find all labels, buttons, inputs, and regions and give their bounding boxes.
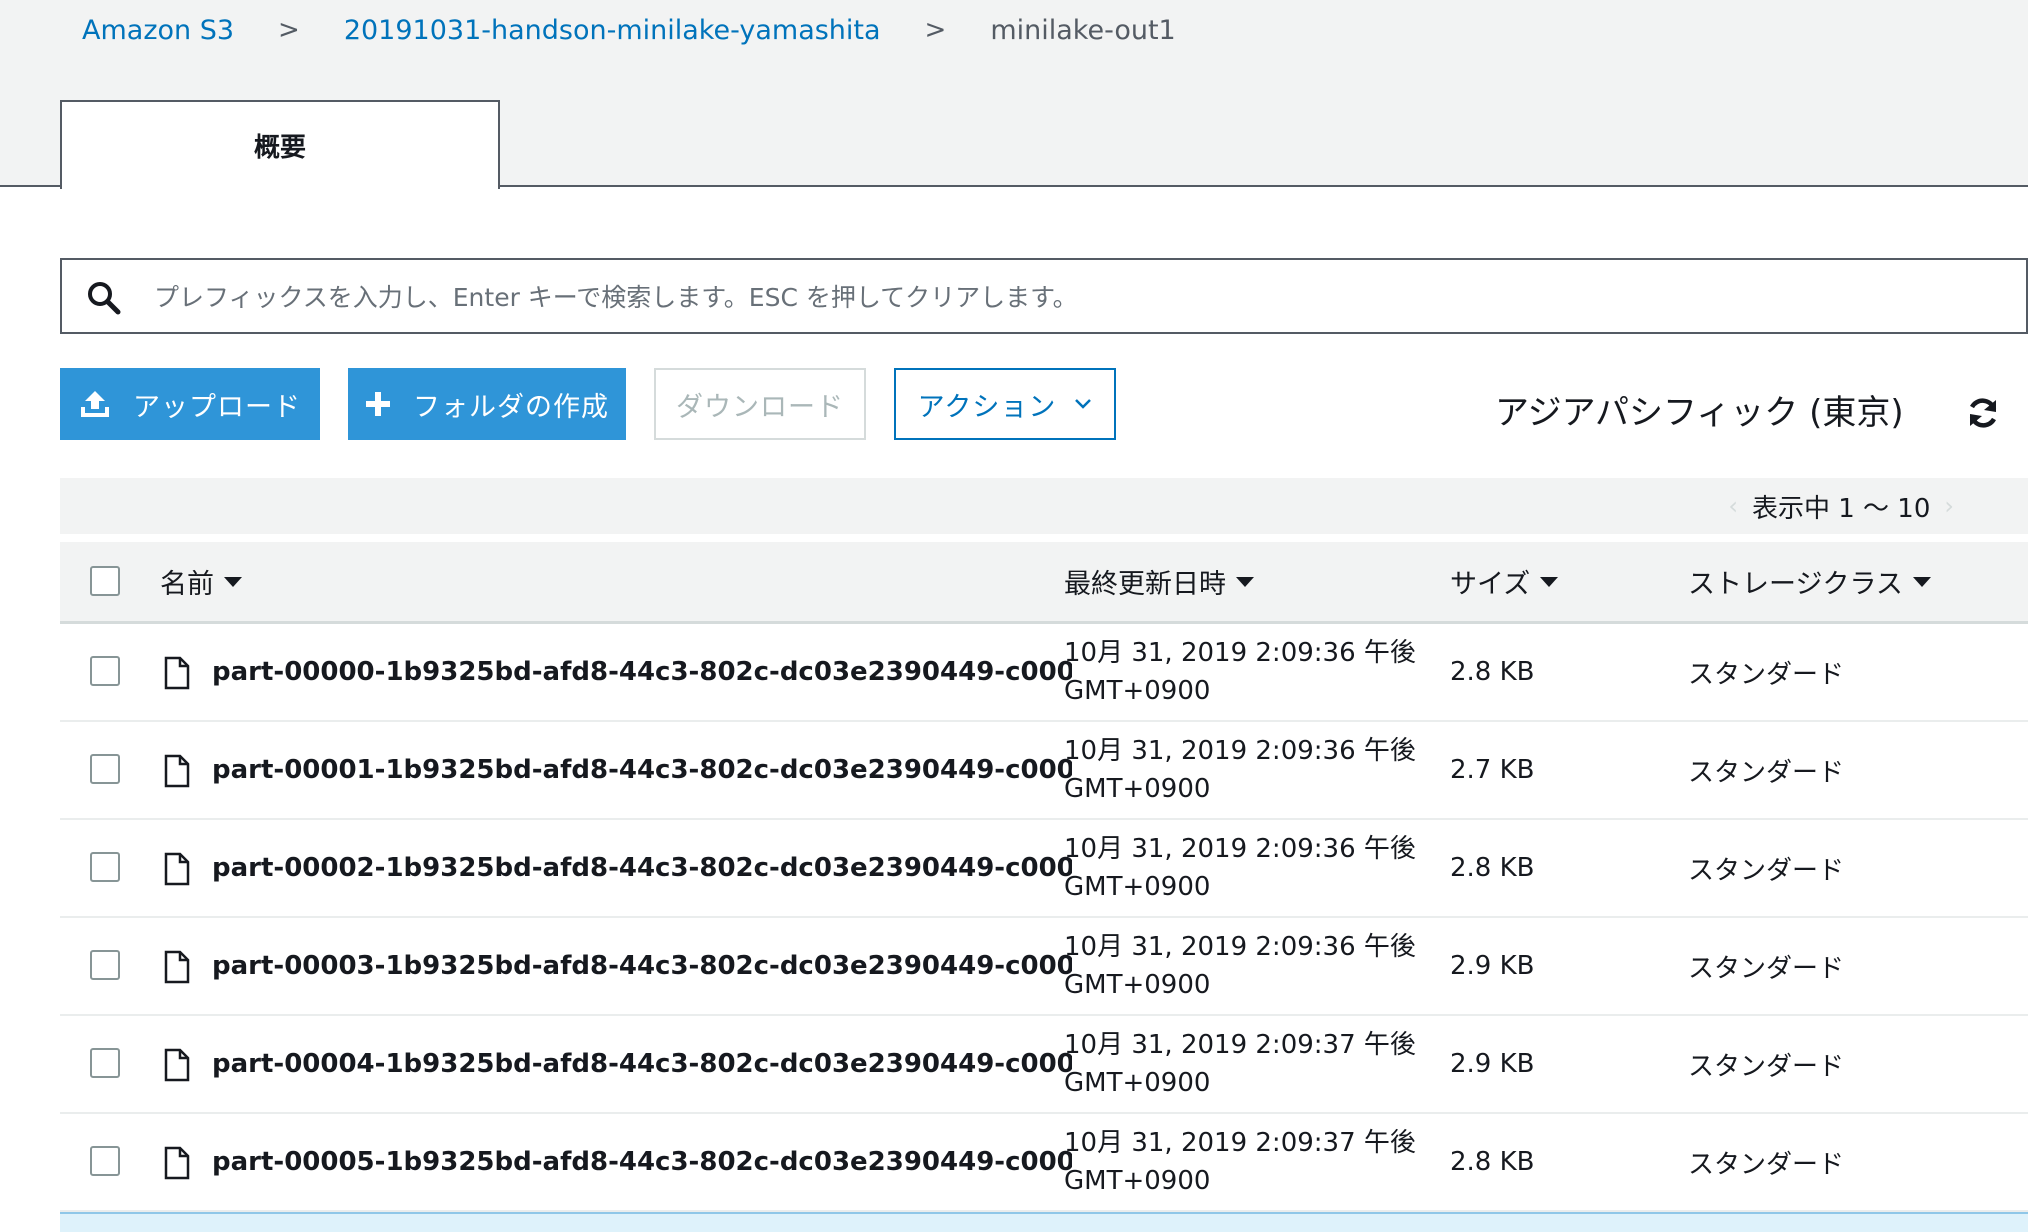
file-icon [164, 1146, 190, 1180]
sort-caret-icon [224, 576, 242, 587]
file-icon [164, 950, 190, 984]
pagination-label: 表示中 1 ～ 10 [1751, 493, 1931, 524]
size-cell: 2.7 KB [1450, 755, 1535, 785]
search-input[interactable] [152, 260, 2016, 334]
timezone-line: GMT+0900 [1064, 970, 1211, 1000]
date-line: 10月 31, 2019 2:09:36 午後 [1064, 834, 1416, 864]
select-all-checkbox[interactable] [90, 566, 120, 596]
tab-overview[interactable]: 概要 [60, 100, 500, 189]
file-name-link[interactable]: part-00001-1b9325bd-afd8-44c3-802c-dc03e… [212, 722, 1072, 818]
file-name-link[interactable]: part-00002-1b9325bd-afd8-44c3-802c-dc03e… [212, 820, 1072, 916]
column-header-last-modified[interactable]: 最終更新日時 [1064, 542, 1254, 621]
last-modified-cell: 10月 31, 2019 2:09:37 午後 GMT+0900 [1064, 1114, 1416, 1210]
timezone-line: GMT+0900 [1064, 1068, 1211, 1098]
timezone-line: GMT+0900 [1064, 1166, 1211, 1196]
breadcrumb-bucket-link[interactable]: 20191031-handson-minilake-yamashita [344, 15, 881, 46]
column-header-storage-class[interactable]: ストレージクラス [1688, 542, 1931, 621]
size-cell: 2.9 KB [1450, 1049, 1535, 1079]
column-header-size-label: サイズ [1450, 569, 1531, 600]
row-checkbox[interactable] [90, 950, 120, 980]
refresh-icon[interactable] [1966, 396, 2000, 430]
row-checkbox[interactable] [90, 852, 120, 882]
storage-class-cell: スタンダード [1688, 757, 1845, 788]
last-modified-cell: 10月 31, 2019 2:09:36 午後 GMT+0900 [1064, 624, 1416, 720]
file-name-link[interactable]: part-00003-1b9325bd-afd8-44c3-802c-dc03e… [212, 918, 1072, 1014]
breadcrumb-separator: > [278, 15, 300, 45]
chevron-right-icon[interactable]: › [1944, 492, 1954, 520]
sort-caret-icon [1912, 576, 1931, 587]
table-header: 名前 最終更新日時 サイズ ストレージクラス [60, 542, 2028, 624]
breadcrumb-current-folder: minilake-out1 [990, 14, 1176, 46]
upload-icon [79, 389, 111, 419]
actions-dropdown-button[interactable]: アクション [894, 368, 1116, 440]
table-row[interactable]: part-00000-1b9325bd-afd8-44c3-802c-dc03e… [60, 624, 2028, 722]
row-checkbox[interactable] [90, 754, 120, 784]
table-row[interactable]: part-00002-1b9325bd-afd8-44c3-802c-dc03e… [60, 820, 2028, 918]
date-line: 10月 31, 2019 2:09:36 午後 [1064, 932, 1416, 962]
table-row[interactable]: part-00003-1b9325bd-afd8-44c3-802c-dc03e… [60, 918, 2028, 1016]
breadcrumb: Amazon S3 > 20191031-handson-minilake-ya… [82, 10, 1176, 50]
storage-class-cell: スタンダード [1688, 855, 1845, 886]
table-row-selected-partial[interactable] [60, 1212, 2028, 1232]
timezone-line: GMT+0900 [1064, 872, 1211, 902]
date-line: 10月 31, 2019 2:09:37 午後 [1064, 1128, 1416, 1158]
last-modified-cell: 10月 31, 2019 2:09:36 午後 GMT+0900 [1064, 820, 1416, 916]
sort-caret-icon [1540, 576, 1559, 587]
column-header-storage-class-label: ストレージクラス [1688, 569, 1903, 600]
breadcrumb-separator: > [924, 15, 947, 45]
top-band: Amazon S3 > 20191031-handson-minilake-ya… [0, 0, 2028, 189]
create-folder-button[interactable]: フォルダの作成 [348, 368, 626, 440]
upload-button[interactable]: アップロード [60, 368, 320, 440]
size-cell: 2.8 KB [1450, 853, 1535, 883]
file-icon [164, 1048, 190, 1082]
column-header-last-modified-label: 最終更新日時 [1064, 569, 1226, 600]
last-modified-cell: 10月 31, 2019 2:09:36 午後 GMT+0900 [1064, 918, 1416, 1014]
search-icon [88, 282, 121, 315]
table-row[interactable]: part-00001-1b9325bd-afd8-44c3-802c-dc03e… [60, 722, 2028, 820]
storage-class-cell: スタンダード [1688, 659, 1845, 690]
plus-icon [365, 391, 391, 417]
column-header-size[interactable]: サイズ [1450, 542, 1559, 621]
table-row[interactable]: part-00005-1b9325bd-afd8-44c3-802c-dc03e… [60, 1114, 2028, 1212]
pagination: ‹ 表示中 1 ～ 10 › [1714, 478, 1968, 534]
file-icon [164, 754, 190, 788]
sort-caret-icon [1236, 576, 1254, 587]
last-modified-cell: 10月 31, 2019 2:09:37 午後 GMT+0900 [1064, 1016, 1416, 1112]
download-button-label: ダウンロード [676, 391, 844, 423]
chevron-left-icon[interactable]: ‹ [1728, 492, 1738, 520]
row-checkbox[interactable] [90, 1146, 120, 1176]
breadcrumb-root-link[interactable]: Amazon S3 [82, 15, 234, 46]
actions-button-label: アクション [917, 391, 1057, 423]
file-name-link[interactable]: part-00000-1b9325bd-afd8-44c3-802c-dc03e… [212, 624, 1072, 720]
date-line: 10月 31, 2019 2:09:37 午後 [1064, 1030, 1416, 1060]
storage-class-cell: スタンダード [1688, 1051, 1845, 1082]
chevron-down-icon [1075, 399, 1092, 409]
download-button[interactable]: ダウンロード [654, 368, 866, 440]
size-cell: 2.8 KB [1450, 657, 1535, 687]
last-modified-cell: 10月 31, 2019 2:09:36 午後 GMT+0900 [1064, 722, 1416, 818]
column-header-name-label: 名前 [160, 569, 214, 600]
column-header-name[interactable]: 名前 [160, 542, 242, 621]
timezone-line: GMT+0900 [1064, 676, 1211, 706]
file-name-link[interactable]: part-00004-1b9325bd-afd8-44c3-802c-dc03e… [212, 1016, 1072, 1112]
upload-button-label: アップロード [133, 391, 301, 423]
file-icon [164, 656, 190, 690]
create-folder-button-label: フォルダの作成 [413, 391, 609, 423]
size-cell: 2.9 KB [1450, 951, 1535, 981]
storage-class-cell: スタンダード [1688, 1149, 1845, 1180]
date-line: 10月 31, 2019 2:09:36 午後 [1064, 638, 1416, 668]
size-cell: 2.8 KB [1450, 1147, 1535, 1177]
search-box [60, 258, 2028, 334]
file-icon [164, 852, 190, 886]
storage-class-cell: スタンダード [1688, 953, 1845, 984]
row-checkbox[interactable] [90, 1048, 120, 1078]
timezone-line: GMT+0900 [1064, 774, 1211, 804]
file-name-link[interactable]: part-00005-1b9325bd-afd8-44c3-802c-dc03e… [212, 1114, 1072, 1210]
row-checkbox[interactable] [90, 656, 120, 686]
pagination-bar: ‹ 表示中 1 ～ 10 › [60, 478, 2028, 534]
region-label: アジアパシフィック (東京) [1495, 393, 1904, 433]
date-line: 10月 31, 2019 2:09:36 午後 [1064, 736, 1416, 766]
table-row[interactable]: part-00004-1b9325bd-afd8-44c3-802c-dc03e… [60, 1016, 2028, 1114]
